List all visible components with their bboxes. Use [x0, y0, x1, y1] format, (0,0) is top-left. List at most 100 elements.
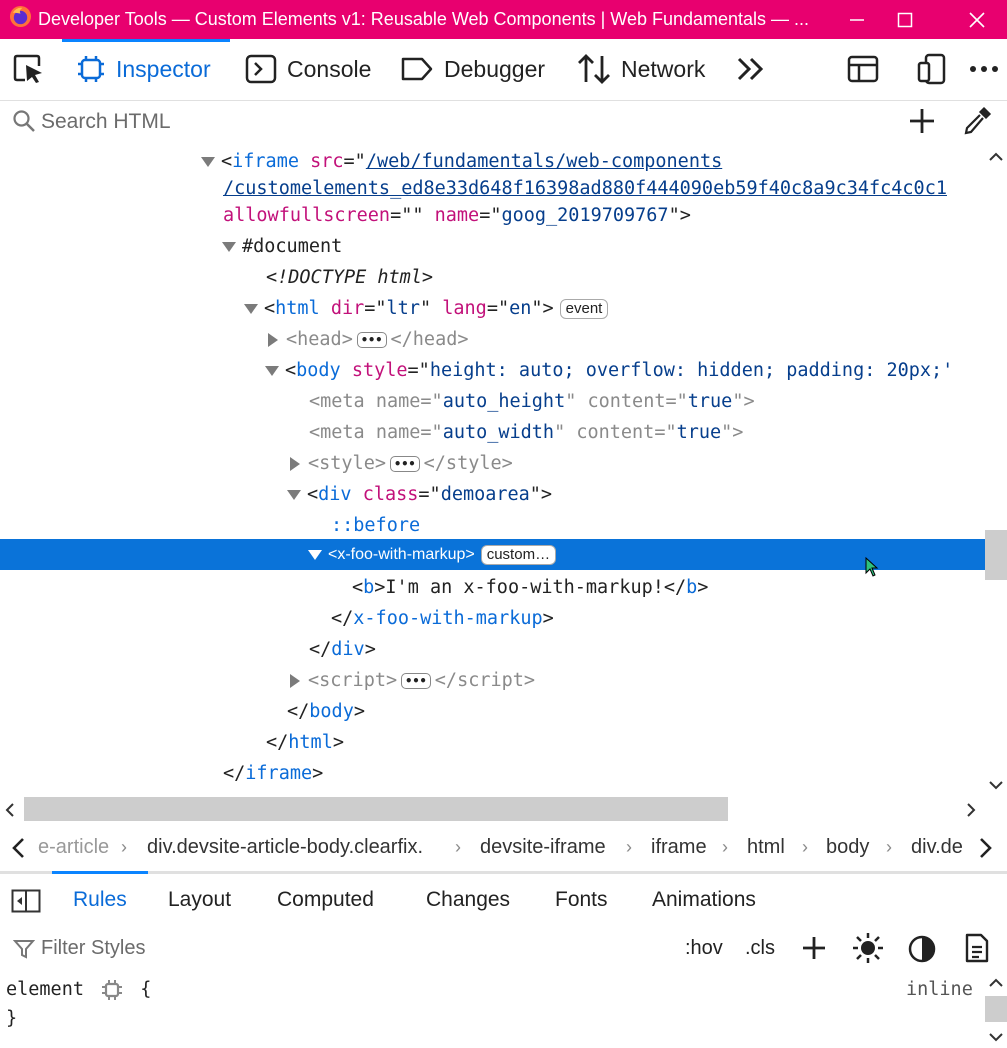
rules-scrollbar[interactable] — [985, 972, 1007, 1048]
tab-changes[interactable]: Changes — [426, 888, 510, 912]
tree-node-close-iframe[interactable]: </iframe> — [223, 758, 323, 789]
print-media-icon[interactable] — [964, 933, 990, 963]
event-badge[interactable]: event — [559, 299, 609, 319]
tab-label: Debugger — [444, 55, 546, 82]
twisty-open-icon[interactable] — [201, 157, 215, 167]
collapsed-content-icon[interactable]: ••• — [356, 332, 387, 348]
devtools-toolbar: Inspector Console Debugger Network — [0, 39, 1007, 101]
tree-node-div-demoarea[interactable]: <div class="demoarea"> — [287, 479, 552, 510]
breadcrumb-scroll-left-icon[interactable] — [10, 837, 26, 859]
meta-name-value: auto_width — [442, 422, 555, 443]
scroll-right-icon[interactable] — [966, 803, 976, 817]
twisty-open-icon[interactable] — [287, 490, 301, 500]
tree-node-doctype[interactable]: <!DOCTYPE html> — [266, 262, 433, 293]
breadcrumb-item[interactable]: devsite-iframe — [480, 836, 606, 859]
closing-tag-name: x-foo-with-markup — [353, 608, 543, 629]
breadcrumb-item[interactable]: div.de — [911, 836, 965, 859]
more-tools-chevron-icon[interactable] — [735, 53, 767, 85]
hov-toggle[interactable]: :hov — [685, 937, 723, 960]
breadcrumb-item[interactable]: div.devsite-article-body.clearfix. — [147, 836, 423, 859]
doctype-label: <!DOCTYPE html> — [266, 267, 434, 288]
scroll-up-icon[interactable] — [989, 152, 1003, 162]
tree-node-close-body[interactable]: </body> — [287, 696, 365, 727]
breadcrumb-item[interactable]: iframe — [651, 836, 707, 859]
tab-fonts[interactable]: Fonts — [555, 888, 608, 912]
tab-layout[interactable]: Layout — [168, 888, 231, 912]
scrollbar-thumb[interactable] — [24, 797, 728, 821]
scroll-left-icon[interactable] — [5, 803, 15, 817]
cls-toggle[interactable]: .cls — [745, 937, 775, 960]
tab-animations[interactable]: Animations — [652, 888, 756, 912]
maximize-button[interactable] — [875, 0, 935, 39]
tab-rules[interactable]: Rules — [73, 888, 127, 912]
collapsed-content-icon[interactable]: ••• — [389, 456, 420, 472]
close-window-button[interactable] — [947, 0, 1007, 39]
add-node-icon[interactable] — [908, 107, 936, 135]
scrollbar-thumb[interactable] — [985, 996, 1007, 1022]
element-rule[interactable]: element { — [6, 974, 151, 1005]
more-options-icon[interactable] — [968, 53, 1000, 85]
toggle-split-panel-icon[interactable] — [847, 53, 879, 85]
tab-label: Console — [287, 55, 372, 82]
twisty-closed-icon[interactable] — [268, 333, 278, 347]
tree-node-script[interactable]: <script> ••• </script> — [290, 665, 535, 696]
markup-vertical-scrollbar[interactable] — [985, 144, 1007, 794]
breadcrumb-scroll-right-icon[interactable] — [978, 837, 994, 859]
search-html-bar: Search HTML — [0, 101, 1007, 141]
tree-node-x-foo-with-markup[interactable]: <x-foo-with-markup> custom… — [308, 539, 557, 570]
twisty-open-icon[interactable] — [308, 549, 322, 560]
tree-node-head[interactable]: <head> ••• </head> — [268, 324, 468, 355]
debugger-icon — [401, 57, 433, 81]
custom-element-badge[interactable]: custom… — [480, 544, 557, 565]
tree-node-meta-width[interactable]: <meta name="auto_width" content="true"> — [309, 417, 743, 448]
toggle-sidebar-icon[interactable] — [11, 889, 41, 913]
filter-styles-input[interactable]: Filter Styles — [41, 937, 145, 960]
responsive-design-icon[interactable] — [916, 53, 948, 85]
scroll-up-icon[interactable] — [989, 978, 1003, 988]
sidebar-tabs: Rules Layout Computed Changes Fonts Anim… — [0, 871, 1007, 930]
twisty-open-icon[interactable] — [222, 242, 236, 252]
breadcrumb-item[interactable]: e-article — [38, 836, 109, 859]
scroll-down-icon[interactable] — [989, 780, 1003, 790]
tree-node-before[interactable]: ::before — [331, 510, 420, 541]
markup-horizontal-scrollbar[interactable] — [0, 796, 985, 824]
twisty-closed-icon[interactable] — [290, 674, 300, 688]
node-highlight-icon[interactable] — [101, 979, 123, 1001]
tree-node-close-div[interactable]: </div> — [309, 634, 376, 665]
tree-node-document[interactable]: #document — [222, 231, 342, 262]
dark-theme-icon[interactable] — [907, 934, 937, 964]
breadcrumb-item[interactable]: body — [826, 836, 869, 859]
twisty-open-icon[interactable] — [244, 304, 258, 314]
collapsed-content-icon[interactable]: ••• — [401, 673, 431, 689]
iframe-src-link[interactable]: /web/fundamentals/web-components — [366, 151, 722, 172]
tree-node-body[interactable]: <body style="height: auto; overflow: hid… — [265, 355, 953, 386]
tab-inspector[interactable]: Inspector — [76, 39, 211, 99]
eyedropper-icon[interactable] — [962, 106, 992, 136]
rule-source[interactable]: inline — [906, 974, 973, 1005]
console-icon — [245, 54, 277, 84]
tree-node-style[interactable]: <style> ••• </style> — [290, 448, 513, 479]
scrollbar-thumb[interactable] — [985, 530, 1007, 580]
tree-node-close-html[interactable]: </html> — [266, 727, 344, 758]
element-picker-icon[interactable] — [12, 53, 44, 85]
scroll-down-icon[interactable] — [989, 1032, 1003, 1042]
tree-node-close-x-foo[interactable]: </x-foo-with-markup> — [331, 603, 554, 634]
iframe-name-value: goog_2019709767 — [501, 205, 669, 226]
add-rule-icon[interactable] — [801, 935, 827, 961]
search-input[interactable]: Search HTML — [41, 110, 171, 134]
tree-node-meta-height[interactable]: <meta name="auto_height" content="true"> — [309, 386, 755, 417]
html-dir-value: ltr — [386, 298, 420, 319]
iframe-src-link[interactable]: /customelements_ed8e33d648f16398ad880f44… — [223, 178, 947, 199]
selected-node-row[interactable]: <x-foo-with-markup> custom… — [0, 539, 985, 577]
tree-node-html[interactable]: <html dir="ltr" lang="en"> event — [244, 293, 609, 324]
tab-computed[interactable]: Computed — [277, 888, 374, 912]
tree-node-b[interactable]: <b>I'm an x-foo-with-markup!</b> — [352, 572, 708, 603]
twisty-open-icon[interactable] — [265, 366, 279, 376]
tab-console[interactable]: Console — [245, 39, 371, 99]
tab-debugger[interactable]: Debugger — [400, 39, 545, 99]
pseudo-element-label: ::before — [331, 515, 421, 536]
breadcrumb-item[interactable]: html — [747, 836, 785, 859]
light-theme-icon[interactable] — [852, 932, 884, 964]
twisty-closed-icon[interactable] — [290, 457, 300, 471]
tab-network[interactable]: Network — [577, 39, 705, 99]
